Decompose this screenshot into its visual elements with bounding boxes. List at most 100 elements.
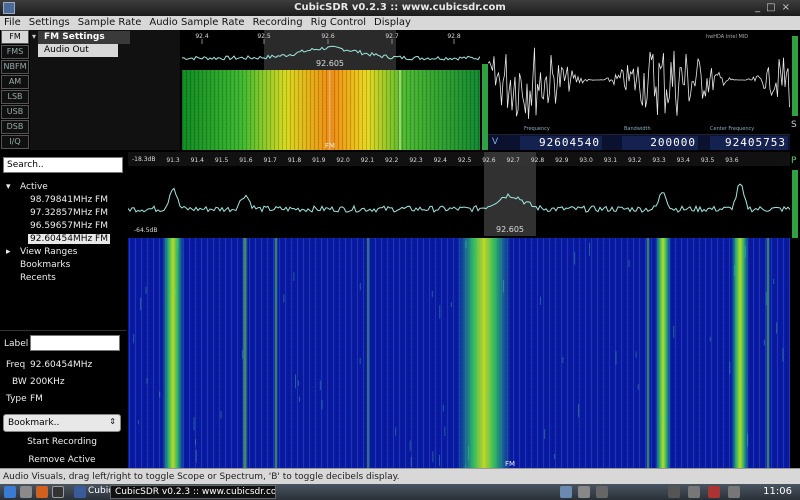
tree-view-ranges[interactable]: View Ranges [20,247,77,257]
audio-scope-plot[interactable]: hwHDA Intel MID Frequency Bandwidth Cent… [487,30,790,134]
demod-waterfall-plot[interactable]: FM [182,70,480,150]
demod-waterfall[interactable]: FM [182,70,480,150]
start-recording-button[interactable]: Start Recording [3,434,121,450]
db-top-label: -18.3dB [132,156,155,163]
workspace-icon[interactable] [596,486,608,498]
remove-active-button[interactable]: Remove Active [3,452,121,468]
waterfall-speckle [359,283,361,291]
mode-usb-button[interactable]: USB [1,105,29,119]
active-item[interactable]: 96.59657MHz FM [30,221,108,231]
waterfall-speckle [242,350,244,359]
bandwidth-dial[interactable]: 200000 [622,136,698,150]
workspace-icon[interactable] [560,486,572,498]
waterfall-speckle [776,322,778,334]
main-spectrum-plot[interactable]: 91.3 91.4 91.5 91.6 91.7 91.8 91.9 92.0 92.1 92.2… [127,152,791,236]
mode-am-button[interactable]: AM [1,75,29,89]
menu-recording[interactable]: Recording [249,16,307,29]
demod-spectrum[interactable]: 92.4 92.5 92.6 92.7 92.8 92.605 [181,30,481,70]
center-frequency-dial[interactable]: 92405753 [710,136,788,150]
audio-out-menu-item[interactable]: Audio Out [38,44,118,57]
freq-value: 92.60454MHz [30,360,93,370]
frequency-tick-label: 91.4 [191,157,205,164]
mode-iq-button[interactable]: I/Q [1,135,29,149]
frequency-tick-label: 91.7 [264,157,278,164]
demod-spectrum-plot[interactable]: 92.4 92.5 92.6 92.7 92.8 92.605 [181,30,481,70]
close-icon[interactable]: × [782,2,796,13]
waterfall-speckle [442,404,444,412]
tree-active-group[interactable]: Active [20,182,48,192]
waterfall-speckle [432,451,434,463]
frequency-tick-label: 93.6 [725,157,739,164]
expand-arrow-icon[interactable]: ▾ [6,182,11,192]
waterfall-speckle [729,361,731,374]
mode-dsb-button[interactable]: DSB [1,120,29,134]
minimize-icon[interactable]: _ [755,2,766,13]
waterfall-speckle [765,292,767,306]
mode-lsb-button[interactable]: LSB [1,90,29,104]
waterfall-signal-band [366,238,370,468]
demod-mode-list: FM FMS NBFM AM LSB USB DSB I/Q [0,30,30,150]
waterfall-speckle [503,280,505,293]
terminal-icon[interactable] [52,486,64,498]
menu-settings[interactable]: Settings [25,16,74,29]
frequency-tick-label: 92.4 [195,33,209,40]
fm-settings-menu-header[interactable]: FM Settings [38,31,130,44]
waterfall-signal-band [274,238,278,468]
network-icon[interactable] [688,486,700,498]
spectrum-gain-meter[interactable]: P [790,152,800,468]
frequency-tick-label: 93.5 [701,157,715,164]
active-item[interactable]: 98.79841MHz FM [30,195,108,205]
workspace-icon[interactable] [578,486,590,498]
waterfall-speckle [588,242,590,256]
waterfall-speckle [744,245,746,259]
main-waterfall[interactable]: FM [128,238,790,470]
waterfall-speckle [709,336,711,342]
menu-file[interactable]: File [0,16,25,29]
menu-rig-control[interactable]: Rig Control [307,16,370,29]
waterfall-speckle [140,297,142,311]
tree-recents[interactable]: Recents [20,273,56,283]
modulation-settings-panel: ▾ FM Settings Audio Out [30,30,180,150]
mode-nbfm-button[interactable]: NBFM [1,60,29,74]
browser-icon[interactable] [36,486,48,498]
frequency-tick-label: 92.0 [336,157,350,164]
expand-arrow-icon[interactable]: ▾ [32,32,36,41]
menu-display[interactable]: Display [370,16,415,29]
mode-fm-button[interactable]: FM [1,30,29,44]
audio-scope[interactable]: hwHDA Intel MID Frequency Bandwidth Cent… [487,30,790,134]
battery-icon[interactable] [708,486,720,498]
active-item[interactable]: 97.32857MHz FM [30,208,108,218]
frequency-dial[interactable]: 92604540 [520,136,602,150]
taskbar-window-button[interactable]: CubicSDR v0.2.3 :: www.cubicsdr.com [110,485,276,499]
frequency-caption: Frequency [524,126,550,132]
main-spectrum[interactable]: 91.3 91.4 91.5 91.6 91.7 91.8 91.9 92.0 92.1 92.2… [127,152,791,236]
volume-meter[interactable]: S [790,30,800,150]
type-field-label: Type [6,394,27,404]
bookmark-select[interactable]: Bookmark.. ⇕ [3,414,121,432]
tree-bookmarks[interactable]: Bookmarks [20,260,70,270]
maximize-icon[interactable]: □ [766,2,781,13]
waterfall-speckle [146,378,148,384]
p-label: P [791,156,797,166]
search-input[interactable]: Search.. [3,157,123,173]
volume-icon[interactable] [728,486,740,498]
menu-sample-rate[interactable]: Sample Rate [74,16,146,29]
main-waterfall-plot[interactable]: FM [128,238,790,470]
waterfall-speckle [395,427,397,436]
v-label: V [492,137,499,147]
active-item-selected[interactable]: 92.60454MHz FM [28,234,111,244]
menu-audio-sample-rate[interactable]: Audio Sample Rate [145,16,248,29]
center-frequency-caption: Center Frequency [710,126,754,132]
label-input[interactable] [30,335,120,351]
window-controls: _□× [755,2,796,13]
waterfall-speckle [763,339,765,346]
mode-fms-button[interactable]: FMS [1,45,29,59]
start-menu-icon[interactable] [4,486,16,498]
frequency-tick-label: 92.1 [361,157,375,164]
file-manager-icon[interactable] [20,486,32,498]
bluetooth-icon[interactable] [668,486,680,498]
center-frequency-label: 92.605 [496,225,524,234]
cubicsdr-taskbar-icon[interactable] [74,486,86,498]
waterfall-speckle [193,417,195,431]
expand-arrow-icon[interactable]: ▸ [6,247,11,257]
